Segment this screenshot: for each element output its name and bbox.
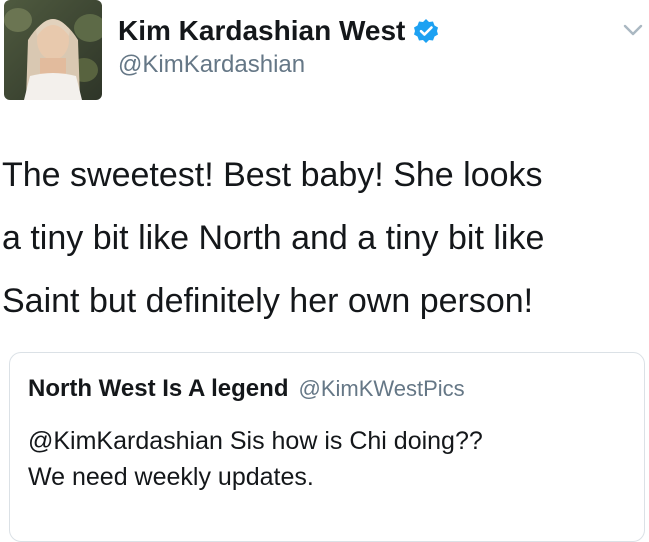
author-handle[interactable]: @KimKardashian <box>118 50 305 80</box>
quoted-tweet-author-name: North West Is A legend <box>28 375 289 402</box>
tweet-text-line: a tiny bit like North and a tiny bit lik… <box>2 219 545 257</box>
quoted-tweet-text-line: We need weekly updates. <box>28 463 314 491</box>
tweet-text-line: The sweetest! Best baby! She looks <box>2 156 543 194</box>
quoted-tweet-card[interactable]: North West Is A legend @KimKWestPics @Ki… <box>9 352 645 542</box>
quoted-tweet-author-handle: @KimKWestPics <box>298 376 465 401</box>
author-name-text: Kim Kardashian West <box>118 15 406 46</box>
tweet-text-line: Saint but definitely her own person! <box>2 282 534 320</box>
chevron-down-icon[interactable] <box>622 22 644 38</box>
quoted-tweet-text: @KimKardashian Sis how is Chi doing?? We… <box>28 423 628 495</box>
tweet-text: The sweetest! Best baby! She looks a tin… <box>2 144 642 333</box>
quoted-tweet-text-line: @KimKardashian Sis how is Chi doing?? <box>28 427 483 455</box>
author-display-name[interactable]: Kim Kardashian West <box>118 14 439 48</box>
verified-badge-icon <box>413 18 439 44</box>
profile-photo-image <box>4 0 102 100</box>
quoted-tweet-header: North West Is A legend @KimKWestPics <box>28 375 465 403</box>
avatar[interactable] <box>4 0 102 100</box>
